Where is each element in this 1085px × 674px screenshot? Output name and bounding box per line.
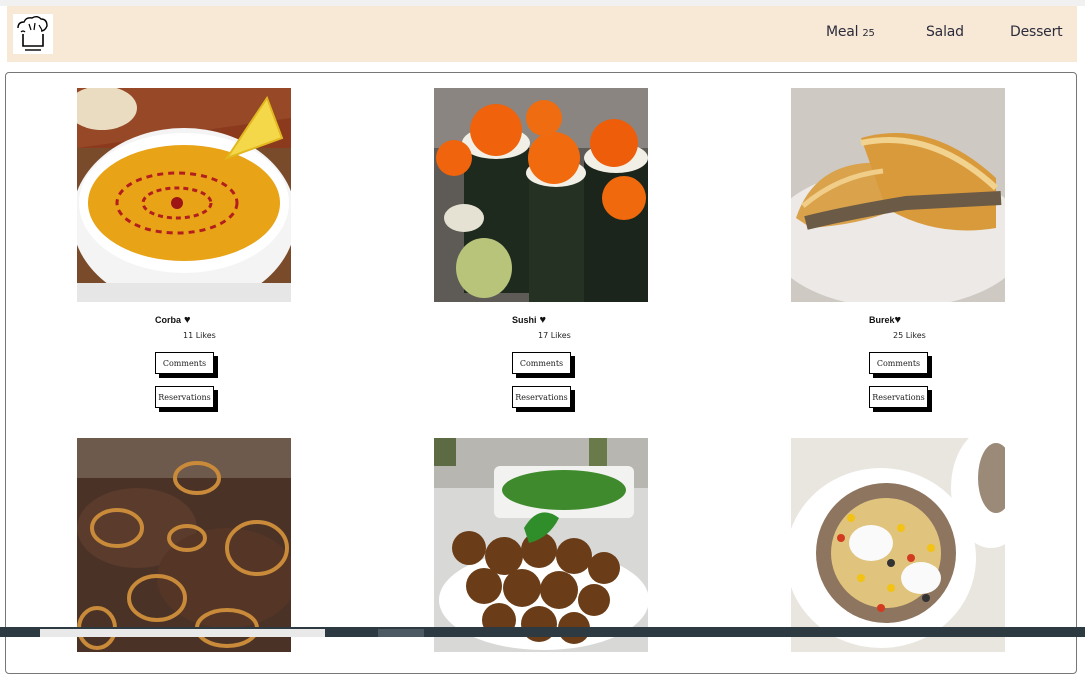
comments-button[interactable]: Comments xyxy=(869,352,928,374)
meals-panel: Corba ♥ 11 Likes Comments Reservations Su xyxy=(5,72,1077,674)
meal-image-liver-onions xyxy=(77,438,291,652)
nav-meal-count: 25 xyxy=(862,28,875,39)
nav-salad[interactable]: Salad xyxy=(926,24,964,40)
meal-name-row: Corba ♥ xyxy=(155,314,191,326)
meal-card xyxy=(77,438,291,652)
meal-image-burek xyxy=(791,88,1005,302)
meal-image-falafel xyxy=(434,438,648,652)
meal-name-row: Burek♥ xyxy=(869,314,901,326)
meal-likes: 17 Likes xyxy=(538,331,571,340)
meal-image-baked-potato xyxy=(791,438,1005,652)
heart-icon[interactable]: ♥ xyxy=(540,314,547,326)
meal-card xyxy=(791,438,1005,652)
taskbar xyxy=(0,627,1085,637)
meal-image-sushi xyxy=(434,88,648,302)
site-header: Meal 25 Salad Dessert xyxy=(7,6,1077,62)
meal-likes: 25 Likes xyxy=(893,331,926,340)
nav-meal[interactable]: Meal 25 xyxy=(826,24,875,40)
meal-image-corba xyxy=(77,88,291,302)
taskbar-item[interactable] xyxy=(378,629,424,637)
meal-name: Corba xyxy=(155,315,182,325)
heart-icon[interactable]: ♥ xyxy=(184,314,191,326)
reservations-button[interactable]: Reservations xyxy=(512,386,571,408)
nav-dessert[interactable]: Dessert xyxy=(1010,24,1063,40)
reservations-button[interactable]: Reservations xyxy=(869,386,928,408)
comments-button[interactable]: Comments xyxy=(512,352,571,374)
meal-card: Corba ♥ 11 Likes Comments Reservations xyxy=(77,88,291,408)
heart-icon[interactable]: ♥ xyxy=(895,314,902,326)
meal-card: Sushi ♥ 17 Likes Comments Reservations xyxy=(434,88,648,408)
chef-logo[interactable] xyxy=(13,14,53,54)
reservations-button[interactable]: Reservations xyxy=(155,386,214,408)
meal-name-row: Sushi ♥ xyxy=(512,314,546,326)
meal-likes: 11 Likes xyxy=(183,331,216,340)
meal-card xyxy=(434,438,648,652)
meal-name: Sushi xyxy=(512,315,537,325)
meal-card: Burek♥ 25 Likes Comments Reservations xyxy=(791,88,1005,408)
nav-meal-label: Meal xyxy=(826,24,859,40)
taskbar-search[interactable] xyxy=(40,629,325,637)
comments-button[interactable]: Comments xyxy=(155,352,214,374)
meal-name: Burek xyxy=(869,315,895,325)
